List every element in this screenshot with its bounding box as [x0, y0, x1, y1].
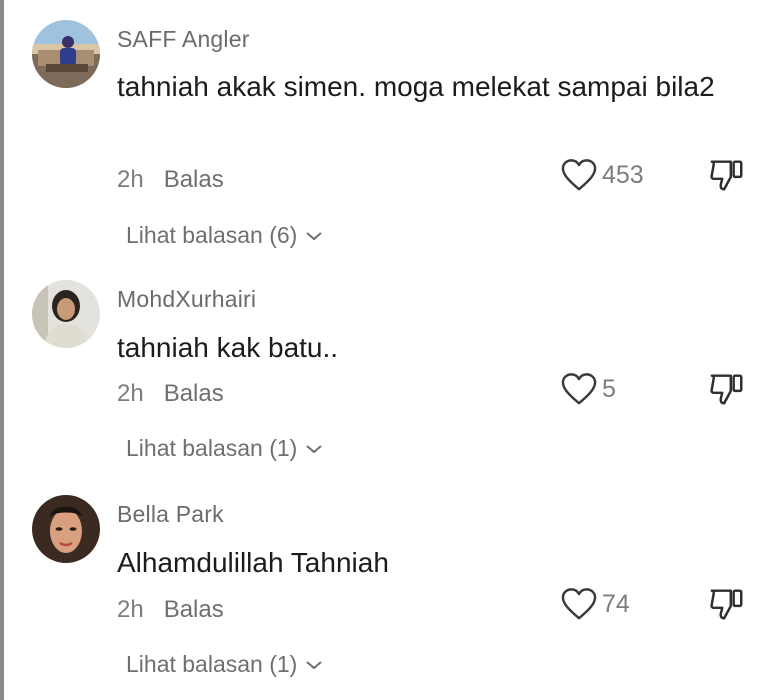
heart-outline-icon — [561, 159, 597, 191]
thumbs-down-outline-icon — [710, 374, 743, 405]
reply-button[interactable]: Balas — [164, 596, 224, 623]
like-count: 453 — [602, 160, 644, 189]
reply-button[interactable]: Balas — [164, 380, 224, 407]
comment-item: SAFF Angler tahniah akak simen. moga mel… — [0, 0, 768, 260]
comment-meta: 2h Balas — [117, 380, 224, 408]
dislike-button[interactable] — [708, 156, 746, 194]
comment-item: MohdXurhairi tahniah kak batu.. 2h Balas … — [0, 260, 768, 480]
avatar-photo — [32, 280, 100, 348]
heart-outline-icon — [561, 588, 597, 620]
comment-text: Alhamdulillah Tahniah — [117, 547, 389, 578]
like-count: 74 — [602, 589, 630, 618]
comment-time: 2h — [117, 596, 144, 623]
avatar-photo — [32, 495, 100, 563]
thumbs-down-outline-icon — [710, 589, 743, 620]
chevron-down-icon — [306, 660, 322, 669]
reply-button[interactable]: Balas — [164, 166, 224, 193]
view-replies-label: Lihat balasan (1) — [126, 435, 298, 461]
comment-time: 2h — [117, 380, 144, 407]
avatar-photo — [32, 20, 100, 88]
comment-username[interactable]: Bella Park — [117, 501, 224, 528]
view-replies-label: Lihat balasan (1) — [126, 651, 298, 677]
thumbs-down-outline-icon — [710, 160, 743, 191]
view-replies-label: Lihat balasan (6) — [126, 222, 298, 248]
chevron-down-icon — [306, 231, 322, 240]
comment-item: Bella Park Alhamdulillah Tahniah 2h Balas… — [0, 475, 768, 700]
comment-meta: 2h Balas — [117, 596, 224, 624]
chevron-down-icon — [306, 444, 322, 453]
heart-outline-icon — [561, 373, 597, 405]
dislike-button[interactable] — [708, 370, 746, 408]
comment-username[interactable]: SAFF Angler — [117, 26, 250, 53]
comment-text: tahniah akak simen. moga melekat sampai … — [117, 71, 715, 102]
avatar[interactable] — [32, 495, 100, 563]
comment-time: 2h — [117, 166, 144, 193]
view-replies-button[interactable]: Lihat balasan (6) — [126, 222, 323, 249]
comments-panel: SAFF Angler tahniah akak simen. moga mel… — [0, 0, 768, 700]
comment-text: tahniah kak batu.. — [117, 332, 339, 363]
dislike-button[interactable] — [708, 585, 746, 623]
view-replies-button[interactable]: Lihat balasan (1) — [126, 651, 323, 678]
like-button[interactable]: 453 — [560, 158, 644, 192]
avatar[interactable] — [32, 280, 100, 348]
comment-username[interactable]: MohdXurhairi — [117, 286, 256, 313]
like-count: 5 — [602, 374, 616, 403]
avatar[interactable] — [32, 20, 100, 88]
like-button[interactable]: 74 — [560, 587, 630, 621]
like-button[interactable]: 5 — [560, 372, 616, 406]
view-replies-button[interactable]: Lihat balasan (1) — [126, 435, 323, 462]
comment-meta: 2h Balas — [117, 166, 224, 194]
